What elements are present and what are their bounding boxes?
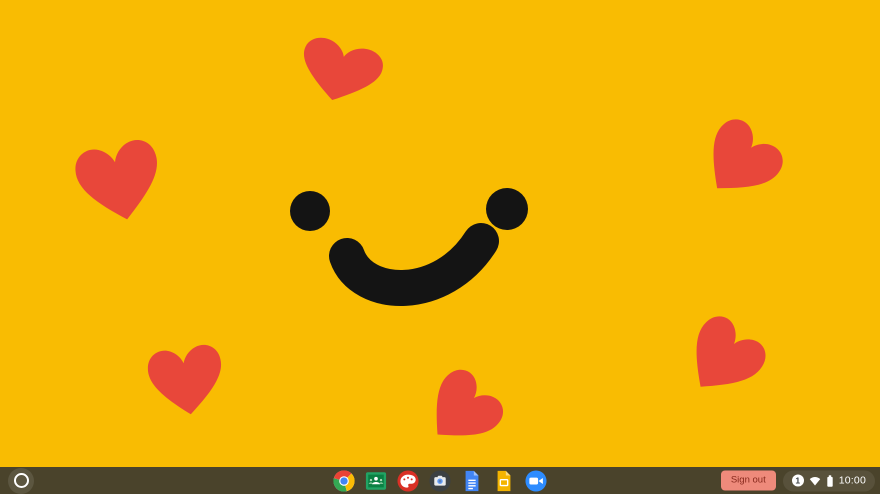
app-button-slides[interactable] bbox=[493, 470, 515, 492]
shelf: Sign out 1 10:00 bbox=[0, 467, 880, 494]
app-button-docs[interactable] bbox=[461, 470, 483, 492]
shelf-apps bbox=[333, 469, 547, 492]
status-tray[interactable]: 1 10:00 bbox=[782, 470, 875, 491]
sign-out-button[interactable]: Sign out bbox=[720, 470, 776, 491]
heart-shape-right-bottom bbox=[696, 316, 766, 387]
app-button-camera[interactable] bbox=[429, 469, 451, 492]
wallpaper bbox=[0, 0, 880, 494]
battery-icon bbox=[827, 474, 833, 487]
launcher-button[interactable] bbox=[8, 467, 34, 494]
meet-icon bbox=[525, 469, 547, 492]
wifi-icon bbox=[809, 477, 820, 486]
app-button-chrome[interactable] bbox=[333, 469, 355, 492]
heart-shape-right-top bbox=[713, 119, 783, 189]
heart-shape-bottom-center bbox=[436, 369, 504, 436]
heart-shape-top bbox=[304, 37, 383, 101]
clock: 10:00 bbox=[838, 474, 866, 487]
camera-icon bbox=[429, 469, 451, 492]
canvas-icon bbox=[397, 469, 419, 492]
heart-shape-bottom-left bbox=[147, 344, 222, 415]
app-button-canvas[interactable] bbox=[397, 469, 419, 492]
app-button-meet[interactable] bbox=[525, 469, 547, 492]
heart-shape-left bbox=[75, 140, 157, 220]
notification-badge: 1 bbox=[791, 474, 804, 487]
chromeos-desktop: Sign out 1 10:00 bbox=[0, 0, 880, 494]
app-button-classroom[interactable] bbox=[365, 470, 387, 492]
shelf-right-area: Sign out 1 10:00 bbox=[720, 470, 875, 491]
chrome-icon bbox=[333, 469, 355, 492]
slides-icon bbox=[497, 470, 511, 491]
classroom-icon bbox=[365, 471, 387, 490]
docs-icon bbox=[465, 470, 479, 491]
launcher-icon bbox=[13, 473, 29, 488]
smiley-mouth bbox=[329, 223, 499, 306]
